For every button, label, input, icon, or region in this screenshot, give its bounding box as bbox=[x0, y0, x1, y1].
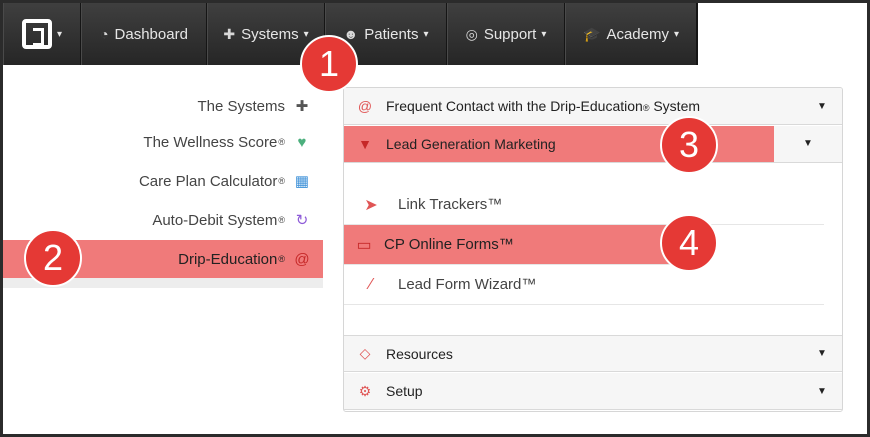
puzzle-icon: ✚ bbox=[223, 25, 236, 42]
registered-mark: ® bbox=[278, 176, 285, 186]
sidebar-item-label: The Systems bbox=[197, 97, 285, 115]
step-badge-3: 3 bbox=[660, 116, 718, 174]
app-frame: ▾ ◔ Dashboard ✚ Systems ▾ ☻ Patients ▾ ◎… bbox=[0, 0, 870, 437]
magic-wand-icon: ⁄ bbox=[369, 275, 373, 293]
navbar-spacer bbox=[697, 3, 867, 65]
drip-education-panel: @ Frequent Contact with the Drip-Educati… bbox=[343, 87, 843, 412]
accordion-label: Frequent Contact with the Drip-Education… bbox=[386, 98, 802, 114]
registered-mark: ® bbox=[278, 215, 285, 225]
desktop-icon: ▭ bbox=[356, 236, 372, 254]
sidebar-item-drip-education-content: Drip-Education ® @ bbox=[178, 247, 311, 271]
caret-down-icon: ▼ bbox=[774, 126, 842, 162]
nav-dashboard[interactable]: ◔ Dashboard bbox=[81, 3, 207, 65]
sub-item-label: Link Trackers™ bbox=[398, 196, 503, 213]
accordion-frequent-contact[interactable]: @ Frequent Contact with the Drip-Educati… bbox=[344, 88, 842, 125]
calculator-icon: ▦ bbox=[294, 173, 310, 190]
sidebar-item-care-plan-calculator[interactable]: Care Plan Calculator ® ▦ bbox=[139, 169, 311, 193]
chevron-down-icon: ▾ bbox=[673, 28, 679, 40]
step-badge-1: 1 bbox=[300, 35, 358, 93]
top-navbar: ▾ ◔ Dashboard ✚ Systems ▾ ☻ Patients ▾ ◎… bbox=[3, 3, 867, 65]
chevron-down-icon: ▾ bbox=[303, 28, 309, 40]
heartbeat-icon: ♥ bbox=[297, 133, 307, 151]
nav-academy-label: Academy bbox=[606, 25, 669, 43]
refresh-icon: ↻ bbox=[295, 212, 309, 229]
caret-down-icon: ▼ bbox=[817, 385, 827, 397]
at-icon: @ bbox=[294, 250, 310, 268]
cogs-icon: ⚙ bbox=[358, 382, 372, 399]
accordion-label-text: Frequent Contact with the Drip-Education bbox=[386, 98, 643, 114]
sub-item-cp-online-forms[interactable]: ▭ CP Online Forms™ bbox=[344, 225, 684, 265]
filter-icon: ▼ bbox=[358, 136, 372, 152]
caret-down-icon: ▼ bbox=[817, 348, 827, 359]
accordion-setup[interactable]: ⚙ Setup ▼ bbox=[344, 373, 842, 410]
diamond-icon: ◇ bbox=[359, 345, 371, 361]
cursor-icon: ➤ bbox=[364, 196, 378, 214]
step-badge-4: 4 bbox=[660, 214, 718, 272]
brand-logo-menu[interactable]: ▾ bbox=[3, 3, 81, 65]
sidebar-item-wellness-score[interactable]: The Wellness Score ® ♥ bbox=[143, 130, 311, 154]
caret-down-icon: ▼ bbox=[817, 100, 827, 112]
registered-mark: ® bbox=[278, 137, 285, 147]
graduation-cap-icon: 🎓 bbox=[583, 25, 601, 42]
chevron-down-icon: ▾ bbox=[423, 28, 429, 40]
accordion-label-suffix: System bbox=[649, 98, 701, 114]
accordion-label: Setup bbox=[386, 383, 423, 399]
nav-support[interactable]: ◎ Support ▾ bbox=[447, 3, 565, 65]
sidebar-item-label: Care Plan Calculator bbox=[138, 172, 278, 190]
sub-item-lead-form-wizard[interactable]: ⁄ Lead Form Wizard™ bbox=[344, 265, 824, 305]
sidebar-item-label: Drip-Education bbox=[178, 250, 278, 268]
accordion-lead-generation[interactable]: ▼ Lead Generation Marketing ▼ bbox=[344, 126, 842, 163]
nav-support-label: Support bbox=[483, 25, 537, 43]
sub-item-link-trackers[interactable]: ➤ Link Trackers™ bbox=[344, 185, 824, 225]
nav-patients-label: Patients bbox=[364, 25, 419, 43]
accordion-label: Resources bbox=[386, 345, 453, 362]
sidebar-item-the-systems[interactable]: The Systems ✚ bbox=[197, 94, 311, 118]
sidebar-item-label: Auto-Debit System bbox=[152, 211, 278, 229]
sub-item-label: Lead Form Wizard™ bbox=[398, 276, 537, 293]
sidebar-item-auto-debit[interactable]: Auto-Debit System ® ↻ bbox=[152, 208, 311, 232]
accordion-resources[interactable]: ◇ Resources ▼ bbox=[344, 335, 842, 372]
brand-logo bbox=[21, 19, 52, 49]
lifebuoy-icon: ◎ bbox=[465, 25, 478, 42]
puzzle-icon: ✚ bbox=[295, 98, 309, 115]
chevron-down-icon: ▾ bbox=[541, 28, 547, 40]
registered-mark: ® bbox=[278, 254, 285, 264]
sidebar-item-label: The Wellness Score bbox=[143, 133, 278, 151]
dashboard-icon: ◔ bbox=[100, 26, 109, 42]
at-icon: @ bbox=[357, 98, 373, 114]
step-badge-2: 2 bbox=[24, 229, 82, 287]
nav-dashboard-label: Dashboard bbox=[114, 25, 188, 43]
nav-academy[interactable]: 🎓 Academy ▾ bbox=[565, 3, 697, 65]
chevron-down-icon: ▾ bbox=[56, 28, 63, 40]
nav-systems-label: Systems bbox=[241, 25, 299, 43]
sub-item-label: CP Online Forms™ bbox=[384, 236, 514, 253]
